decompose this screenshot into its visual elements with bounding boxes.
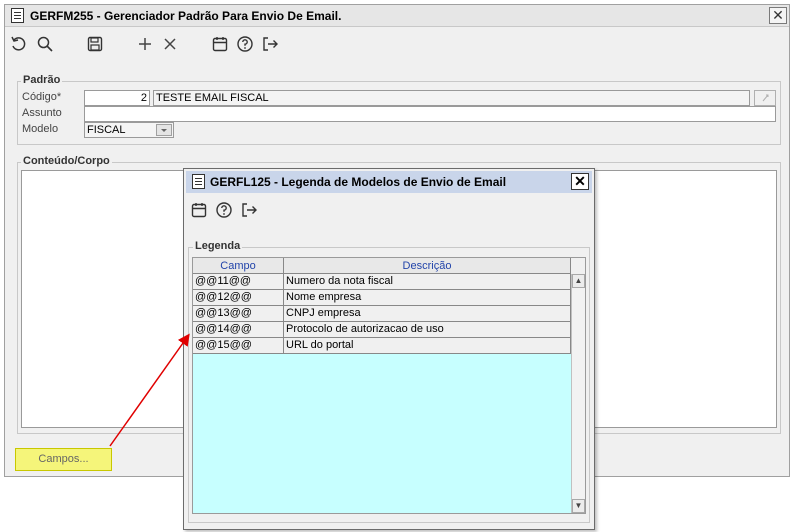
annotation-arrow: [109, 333, 190, 447]
